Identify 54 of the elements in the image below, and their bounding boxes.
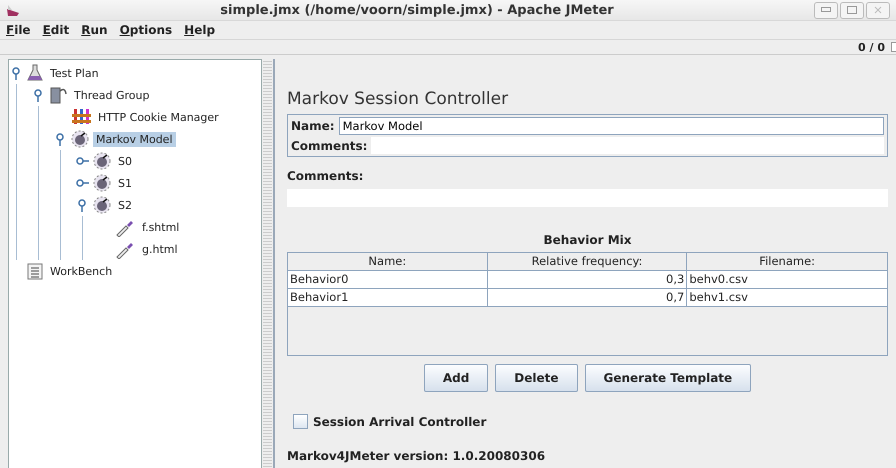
tree-item[interactable]: Markov Model: [93, 132, 176, 146]
tree-item[interactable]: S2: [115, 198, 135, 212]
menu-item[interactable]: Options: [120, 23, 172, 37]
table-title: Behavior Mix: [542, 233, 632, 247]
checkbox[interactable]: [293, 414, 308, 429]
name-label: Name:: [291, 119, 335, 133]
tree-item[interactable]: S0: [115, 154, 135, 168]
window-title: simple.jmx (/home/voorn/simple.jmx) - Apache JMeter: [219, 2, 615, 18]
dial-icon: [71, 130, 89, 148]
tree-item[interactable]: g.html: [139, 242, 181, 256]
flask-icon: [27, 64, 43, 82]
table-cell[interactable]: behv0.csv: [687, 271, 887, 289]
action-button[interactable]: Generate Template: [584, 364, 752, 392]
comments-label: Comments:: [287, 169, 364, 183]
dial-icon: [93, 152, 111, 170]
close-button[interactable]: [866, 2, 890, 18]
tree-item[interactable]: Thread Group: [71, 88, 152, 102]
dial-icon: [93, 174, 111, 192]
tree-item[interactable]: S1: [115, 176, 135, 190]
close-icon: [874, 6, 882, 14]
minimize-button[interactable]: [814, 2, 838, 18]
table-cell[interactable]: Behavior0: [288, 271, 488, 289]
dial-icon: [93, 196, 111, 214]
action-button[interactable]: Add: [424, 364, 488, 392]
name-field[interactable]: Markov Model: [338, 117, 884, 135]
menu-item[interactable]: Edit: [42, 23, 70, 37]
tree-item[interactable]: f.shtml: [139, 220, 182, 234]
column-header[interactable]: Relative frequency:: [488, 253, 688, 271]
column-header[interactable]: Filename:: [687, 253, 887, 271]
rack-icon: [71, 108, 91, 126]
version-text: Markov4JMeter version: 1.0.20080306: [287, 449, 546, 463]
tree-item[interactable]: Test Plan: [47, 66, 102, 80]
table-cell[interactable]: 0,3: [488, 271, 688, 289]
table-cell[interactable]: behv1.csv: [687, 289, 887, 307]
tree-item[interactable]: WorkBench: [47, 264, 116, 278]
comments-label: Comments:: [291, 138, 368, 152]
minimize-icon: [821, 7, 831, 13]
menu-item[interactable]: Run: [81, 23, 108, 37]
tree-item[interactable]: HTTP Cookie Manager: [95, 110, 222, 124]
maximize-button[interactable]: [840, 2, 864, 18]
menu-item[interactable]: File: [6, 23, 31, 37]
table-cell[interactable]: Behavior1: [288, 289, 488, 307]
menu-item[interactable]: Help: [184, 23, 216, 37]
action-button[interactable]: Delete: [495, 364, 578, 392]
split-handle[interactable]: [263, 59, 272, 468]
table-cell[interactable]: 0,7: [488, 289, 688, 307]
thread-counter: 0 / 0: [858, 40, 885, 54]
maximize-icon: [847, 6, 857, 14]
checkbox-label: Session Arrival Controller: [313, 414, 486, 428]
column-header[interactable]: Name:: [288, 253, 488, 271]
spool-icon: [49, 86, 67, 104]
clipboard-icon: [27, 262, 43, 280]
panel-title: Markov Session Controller: [287, 89, 510, 109]
app-icon: [6, 4, 20, 16]
